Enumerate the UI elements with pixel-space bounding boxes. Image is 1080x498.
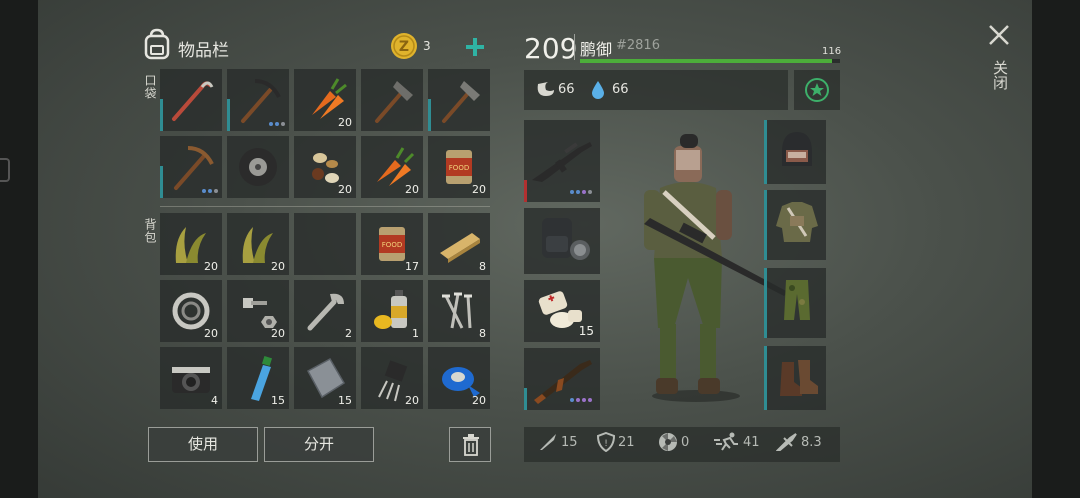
survival-stats-panel: 66 66 — [524, 70, 788, 110]
add-coins-button[interactable] — [466, 38, 484, 56]
tactical-backpack-icon — [542, 218, 590, 260]
svg-text:FOOD: FOOD — [449, 164, 469, 172]
tire-icon — [239, 148, 277, 186]
hammer-icon — [375, 81, 413, 123]
delete-button[interactable] — [449, 427, 491, 462]
backpack-section-label: 背包 — [143, 218, 157, 244]
weapon-power-icon — [776, 433, 797, 451]
helmet-slot[interactable] — [764, 120, 826, 184]
inventory-title: 物品栏 — [178, 41, 229, 61]
pocket-slot[interactable]: 20 — [294, 69, 356, 131]
use-button[interactable]: 使用 — [148, 427, 258, 462]
right-screen-edge — [1032, 0, 1080, 498]
backpack-slot[interactable]: 15 — [294, 347, 356, 409]
assault-rifle-icon — [532, 142, 592, 182]
boots-icon — [780, 360, 818, 396]
helmet-icon — [782, 132, 812, 166]
pocket-slot[interactable] — [227, 136, 289, 198]
hammer-icon — [442, 81, 480, 123]
left-screen-edge — [0, 0, 38, 498]
speed-stat: 41 — [714, 432, 760, 452]
star-badge-icon — [805, 78, 829, 102]
defense-stat: ! 21 — [597, 432, 635, 452]
attack-stat: 15 — [538, 432, 578, 452]
radiation-stat: 0 — [658, 432, 689, 452]
inventory-screen: 物品栏 Z 3 口袋 背包 20 20 20 FOOD 20 20 20 FOO… — [38, 0, 1032, 498]
pocket-slot[interactable]: 20 — [361, 136, 423, 198]
primary-weapon-slot[interactable] — [524, 120, 600, 202]
split-button[interactable]: 分开 — [264, 427, 374, 462]
backpack-slot[interactable]: 20 — [428, 347, 490, 409]
edge-handle — [0, 158, 10, 182]
character-level: 209 — [524, 32, 578, 65]
svg-text:FOOD: FOOD — [382, 241, 402, 249]
crowbar-icon — [172, 81, 214, 121]
svg-text:Z: Z — [399, 39, 409, 55]
backpack-slot[interactable]: 1 — [361, 280, 423, 342]
pocket-slot[interactable] — [160, 136, 222, 198]
pocket-slot[interactable] — [160, 69, 222, 131]
pocket-slot[interactable]: FOOD 20 — [428, 136, 490, 198]
nails-icon — [442, 292, 472, 329]
shield-icon: ! — [597, 432, 615, 452]
pocket-section-label: 口袋 — [143, 74, 157, 100]
pickaxe-icon — [174, 146, 214, 190]
backpack-equip-slot[interactable] — [524, 208, 600, 274]
backpack-slot[interactable]: 20 — [227, 213, 289, 275]
weapon-stat: 8.3 — [776, 432, 822, 452]
jacket-icon — [776, 202, 818, 242]
pocket-slot[interactable] — [361, 69, 423, 131]
pocket-slot[interactable] — [428, 69, 490, 131]
backpack-icon — [144, 28, 170, 60]
close-button-label[interactable]: 关闭 — [990, 60, 1011, 90]
coin-count: 3 — [423, 39, 431, 53]
running-icon — [714, 432, 738, 451]
trash-icon — [463, 434, 479, 456]
header-divider — [574, 34, 575, 60]
coin-icon: Z — [391, 33, 417, 59]
backpack-slot[interactable]: FOOD 17 — [361, 213, 423, 275]
character-name: 鹏御 — [580, 40, 613, 59]
pickaxe-icon — [241, 79, 281, 123]
radiation-icon — [659, 433, 677, 451]
backpack-slot-empty[interactable] — [294, 213, 356, 275]
spray-can-icon — [374, 290, 407, 329]
water-drop-icon — [592, 81, 604, 99]
pants-slot[interactable] — [764, 268, 826, 338]
medkit-slot[interactable]: 15 — [524, 280, 600, 342]
backpack-slot[interactable]: 20 — [227, 280, 289, 342]
camera-icon — [172, 367, 210, 393]
camo-pants-icon — [784, 280, 810, 320]
backpack-slot[interactable]: 20 — [361, 347, 423, 409]
sword-icon — [540, 434, 556, 450]
backpack-slot[interactable]: 20 — [160, 280, 222, 342]
food-value: 66 — [558, 82, 575, 97]
backpack-slot[interactable]: 8 — [428, 213, 490, 275]
backpack-slot[interactable]: 15 — [227, 347, 289, 409]
pocket-slot[interactable]: 20 — [294, 136, 356, 198]
xp-value: 116 — [822, 46, 842, 57]
favorite-button[interactable] — [794, 70, 840, 110]
close-icon[interactable] — [988, 24, 1010, 46]
wood-plank-icon — [440, 233, 480, 263]
backpack-slot[interactable]: 8 — [428, 280, 490, 342]
medkit-count: 15 — [578, 324, 594, 338]
backpack-slot[interactable]: 4 — [160, 347, 222, 409]
xp-bar — [580, 59, 840, 63]
character-id: #2816 — [616, 38, 660, 53]
boots-slot[interactable] — [764, 346, 826, 410]
secondary-weapon-slot[interactable] — [524, 348, 600, 410]
svg-text:!: ! — [604, 439, 608, 449]
section-divider — [160, 206, 490, 207]
pocket-slot[interactable] — [227, 69, 289, 131]
body-armor-slot[interactable] — [764, 190, 826, 260]
backpack-slot[interactable]: 2 — [294, 280, 356, 342]
backpack-slot[interactable]: 20 — [160, 213, 222, 275]
stomach-icon — [537, 82, 554, 96]
xp-bar-fill — [580, 59, 833, 63]
wrench-icon — [307, 293, 344, 331]
water-value: 66 — [612, 82, 629, 97]
